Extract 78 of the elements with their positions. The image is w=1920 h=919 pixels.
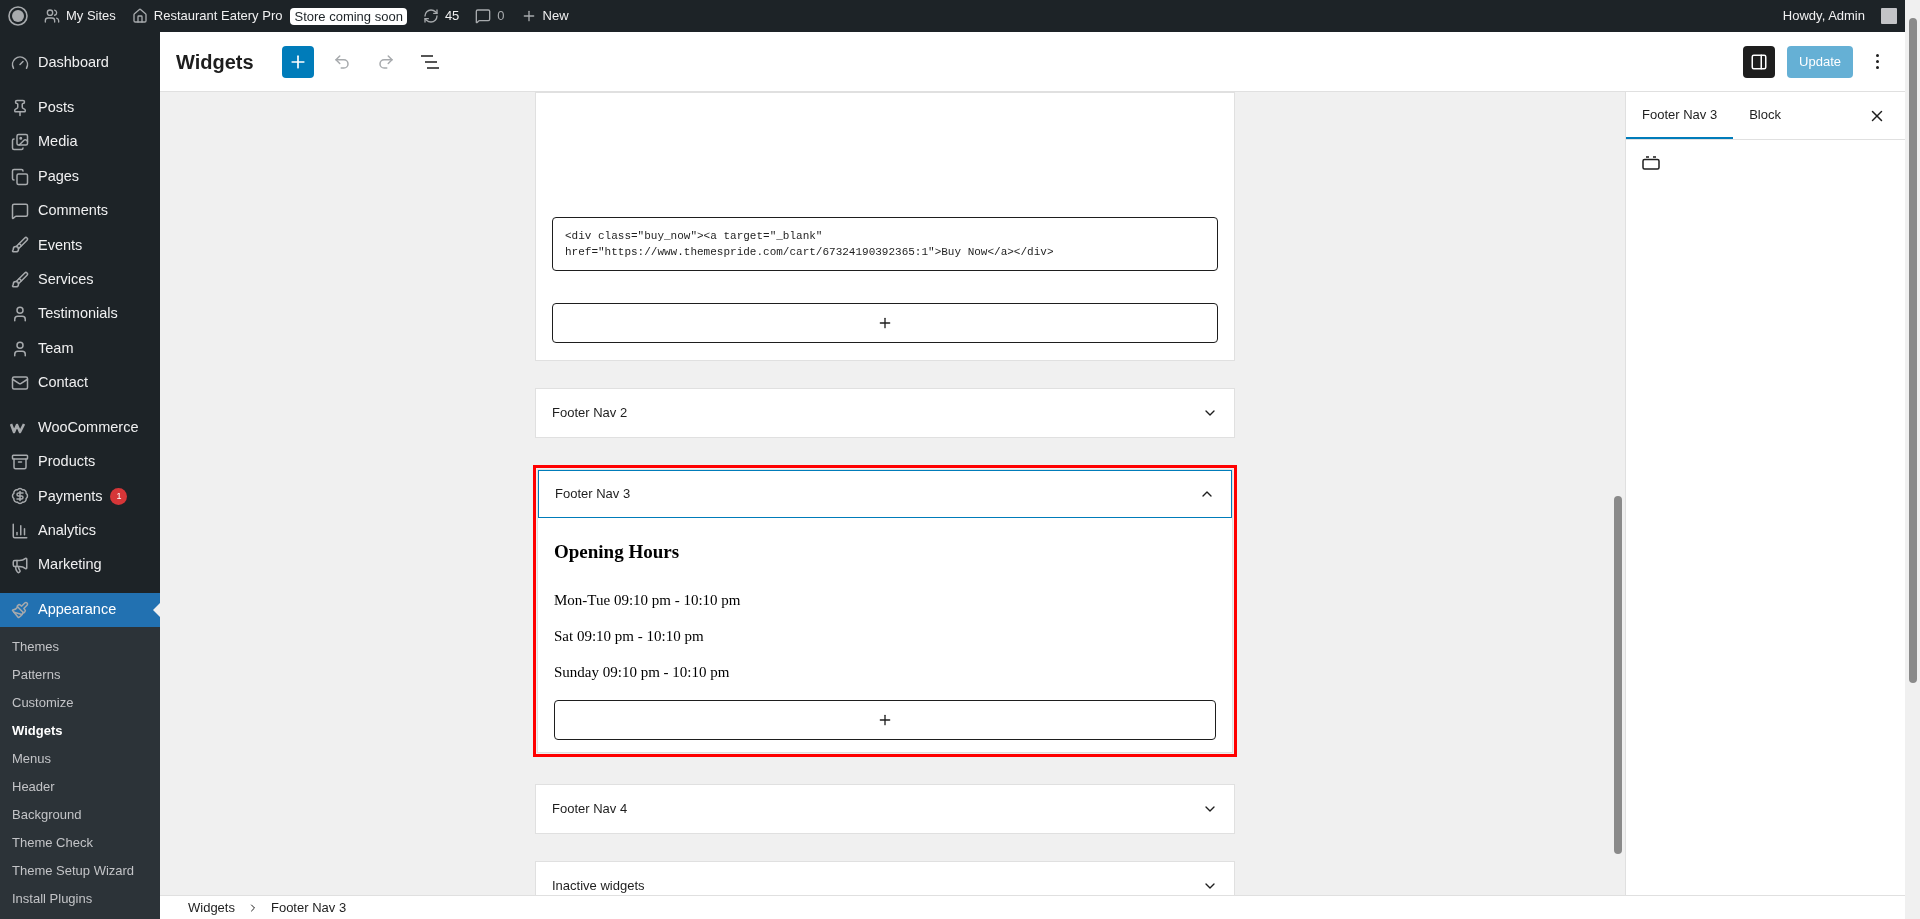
breadcrumb-link[interactable]: Widgets xyxy=(184,897,239,918)
submenu-item[interactable]: Widgets xyxy=(0,717,160,745)
sidebar-item[interactable]: Services xyxy=(0,262,160,298)
widget-area-toggle[interactable]: Footer Nav 3 xyxy=(538,470,1232,518)
sidebar-item[interactable]: Products xyxy=(0,444,160,480)
dollar-icon xyxy=(11,487,29,506)
widget-area-toggle[interactable]: Footer Nav 2 xyxy=(536,389,1234,437)
user-icon xyxy=(11,305,29,324)
page-title: Widgets xyxy=(176,49,254,75)
plus-icon xyxy=(877,315,893,331)
sidebar-item[interactable]: Team xyxy=(0,331,160,366)
widget-paragraph: Mon-Tue 09:10 pm - 10:10 pm xyxy=(554,591,742,610)
new-link[interactable]: New xyxy=(520,6,569,26)
home-icon xyxy=(131,8,148,24)
redo-icon xyxy=(376,52,395,71)
brush-icon xyxy=(11,270,29,289)
breadcrumb-link[interactable]: Footer Nav 3 xyxy=(266,897,351,918)
sidebar-item[interactable]: Payments 1 xyxy=(0,479,160,514)
sidebar-item[interactable]: Comments xyxy=(0,193,160,229)
sidebar-item[interactable]: Appearance xyxy=(0,592,160,627)
submenu-item[interactable]: Patterns xyxy=(0,661,160,689)
submenu-item[interactable]: Customize xyxy=(0,689,160,717)
add-block-button[interactable] xyxy=(552,303,1218,343)
sidebar-item[interactable]: Posts xyxy=(0,90,160,125)
add-block-button[interactable] xyxy=(554,700,1216,740)
archive-icon xyxy=(11,453,29,472)
widget-area-icon xyxy=(1642,156,1660,170)
comment-icon xyxy=(11,201,29,220)
submenu-item[interactable]: Header xyxy=(0,773,160,801)
avatar xyxy=(1881,8,1897,24)
plus-icon xyxy=(877,712,893,728)
submenu-item[interactable]: Install Plugins xyxy=(0,885,160,913)
panel-tab[interactable]: Footer Nav 3 xyxy=(1626,92,1734,139)
pin-icon xyxy=(11,98,29,117)
paintbrush-icon xyxy=(11,600,29,619)
comment-icon xyxy=(475,8,492,24)
mail-icon xyxy=(11,374,29,393)
more-icon xyxy=(1875,54,1879,69)
sidebar-item[interactable]: Analytics xyxy=(0,513,160,549)
comments-link[interactable]: 0 xyxy=(475,6,505,26)
submenu-item[interactable]: Menus xyxy=(0,745,160,773)
refresh-icon xyxy=(422,8,439,24)
pages-icon xyxy=(11,167,29,186)
undo-icon xyxy=(332,52,351,71)
widget-heading: Opening Hours xyxy=(554,540,681,564)
list-view-icon xyxy=(419,53,440,70)
panel-tab[interactable]: Block xyxy=(1733,92,1797,139)
logo-icon[interactable] xyxy=(8,6,28,26)
my-sites-link[interactable]: My Sites xyxy=(44,6,116,26)
count-badge: 1 xyxy=(110,487,128,505)
megaphone-icon xyxy=(11,556,29,575)
updates-link[interactable]: 45 xyxy=(422,6,460,26)
submenu-item[interactable]: Background xyxy=(0,801,160,829)
sidebar-panel-icon xyxy=(1750,52,1769,71)
widget-area-toggle[interactable]: Footer Nav 4 xyxy=(536,785,1234,833)
user-icon xyxy=(11,339,29,358)
code-block[interactable]: <div class="buy_now"><a target="_blank" href="https://www.themespride.com/cart/67324190392365:1">Buy Now</a></div> xyxy=(552,217,1218,271)
sidebar-item[interactable]: Dashboard xyxy=(0,46,160,81)
scrollbar[interactable] xyxy=(1610,92,1625,895)
widget-paragraph: Sat 09:10 pm - 10:10 pm xyxy=(554,627,705,646)
sidebar-item[interactable]: Testimonials xyxy=(0,297,160,332)
sidebar-item[interactable]: Pages xyxy=(0,159,160,194)
store-badge: Store coming soon xyxy=(290,7,407,25)
sidebar-item[interactable]: Events xyxy=(0,228,160,263)
settings-toggle[interactable] xyxy=(1743,45,1776,78)
submenu-item[interactable]: Themes xyxy=(0,633,160,661)
site-name-link[interactable]: Restaurant Eatery Pro xyxy=(131,6,283,26)
brush-icon xyxy=(11,236,29,255)
sidebar-item[interactable]: WooCommerce xyxy=(0,410,160,445)
submenu-item[interactable]: Theme Check xyxy=(0,829,160,857)
account-link[interactable]: Howdy, Admin xyxy=(1782,6,1865,26)
widget-paragraph: Sunday 09:10 pm - 10:10 pm xyxy=(554,663,731,682)
bar-chart-icon xyxy=(11,521,29,540)
sidebar-item[interactable]: Media xyxy=(0,124,160,160)
submenu-item[interactable]: Theme Setup Wizard xyxy=(0,857,160,885)
sidebar-item[interactable]: Contact xyxy=(0,365,160,401)
images-icon xyxy=(11,133,29,152)
sidebar-item[interactable]: Marketing xyxy=(0,548,160,583)
